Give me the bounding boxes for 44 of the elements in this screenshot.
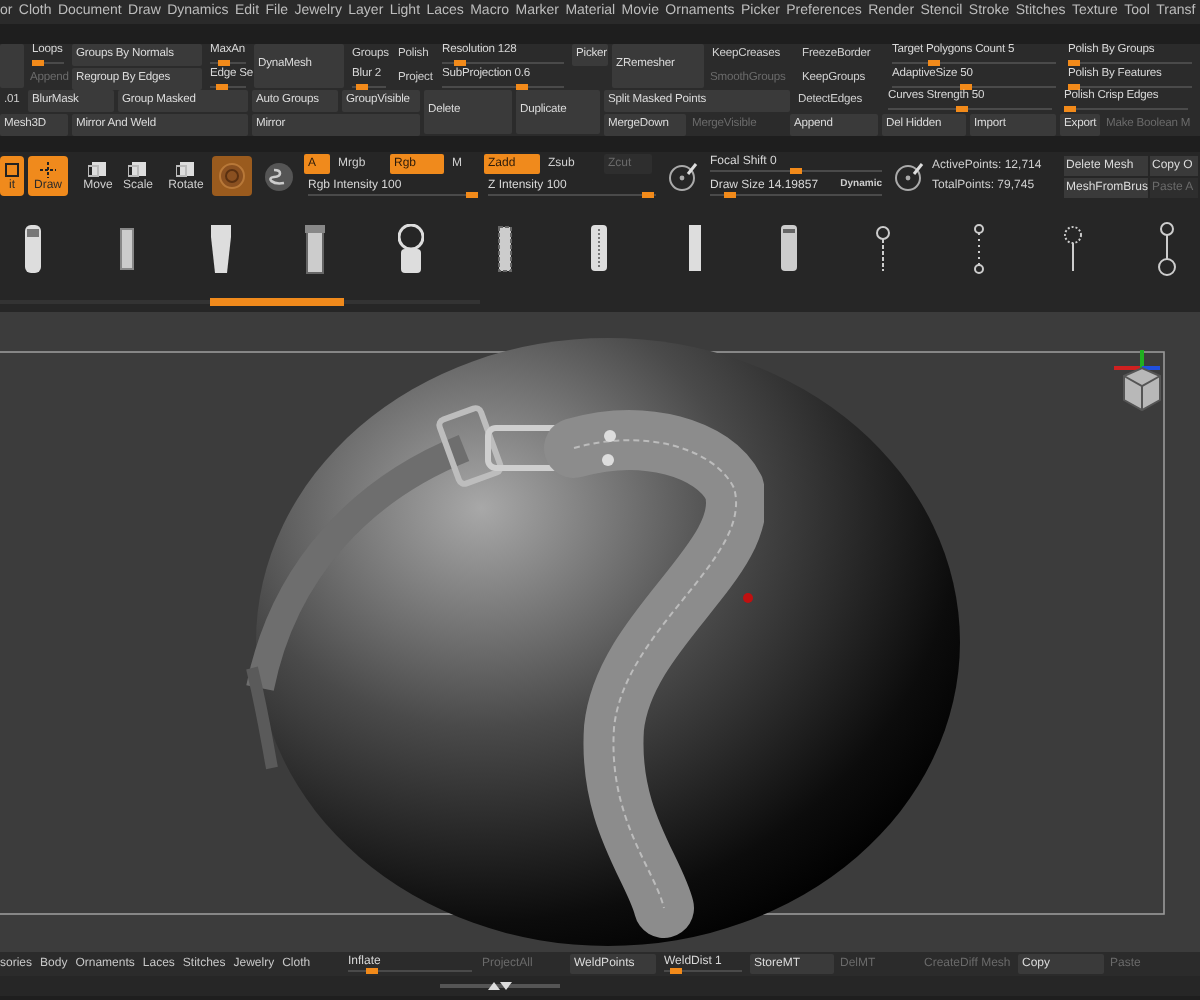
scroll-thumb[interactable]	[210, 298, 344, 306]
strap-icon	[23, 223, 41, 273]
strap-icon	[1064, 225, 1083, 271]
slider-thumb[interactable]	[790, 168, 802, 174]
strap-icon	[210, 223, 233, 273]
slider-thumb[interactable]	[454, 60, 467, 66]
slider-thumb[interactable]	[466, 192, 479, 198]
viewport-canvas[interactable]	[0, 312, 1200, 952]
strap-icon	[1158, 221, 1177, 275]
brush-circle-icon	[668, 161, 698, 191]
slider-thumb[interactable]	[927, 60, 939, 66]
square-icon	[88, 160, 108, 178]
strap-icon	[498, 225, 513, 271]
strap-icon	[304, 223, 327, 273]
strap-icon	[876, 225, 891, 271]
slider-thumb[interactable]	[366, 968, 379, 974]
slider-thumb[interactable]	[515, 84, 528, 90]
square-icon	[128, 160, 148, 178]
slider-thumb[interactable]	[1064, 106, 1077, 112]
sphere-icon	[218, 162, 246, 190]
swirl-sphere-icon	[263, 161, 293, 191]
strap-icon	[590, 224, 609, 272]
scroll-arrows-icon	[488, 980, 512, 992]
square-icon	[2, 160, 22, 178]
slider-thumb[interactable]	[959, 84, 972, 90]
strap-icon	[687, 224, 702, 272]
slider-thumb[interactable]	[1068, 84, 1081, 90]
crosshair-icon	[38, 160, 58, 178]
square-icon	[176, 160, 196, 178]
slider-thumb[interactable]	[669, 968, 682, 974]
slider-thumb[interactable]	[218, 60, 231, 66]
strap-icon	[119, 227, 134, 269]
marker-dot-icon	[742, 592, 754, 604]
strap-icon	[780, 224, 799, 272]
slider-thumb[interactable]	[32, 60, 45, 66]
strap-icon	[973, 223, 984, 273]
slider-thumb[interactable]	[216, 84, 229, 90]
brush-circle-icon	[894, 161, 924, 191]
strap-icon	[397, 223, 424, 273]
slider-thumb[interactable]	[955, 106, 968, 112]
slider-thumb[interactable]	[356, 84, 369, 90]
slider-thumb[interactable]	[1068, 60, 1081, 66]
slider-thumb[interactable]	[724, 192, 737, 198]
slider-thumb[interactable]	[641, 192, 654, 198]
